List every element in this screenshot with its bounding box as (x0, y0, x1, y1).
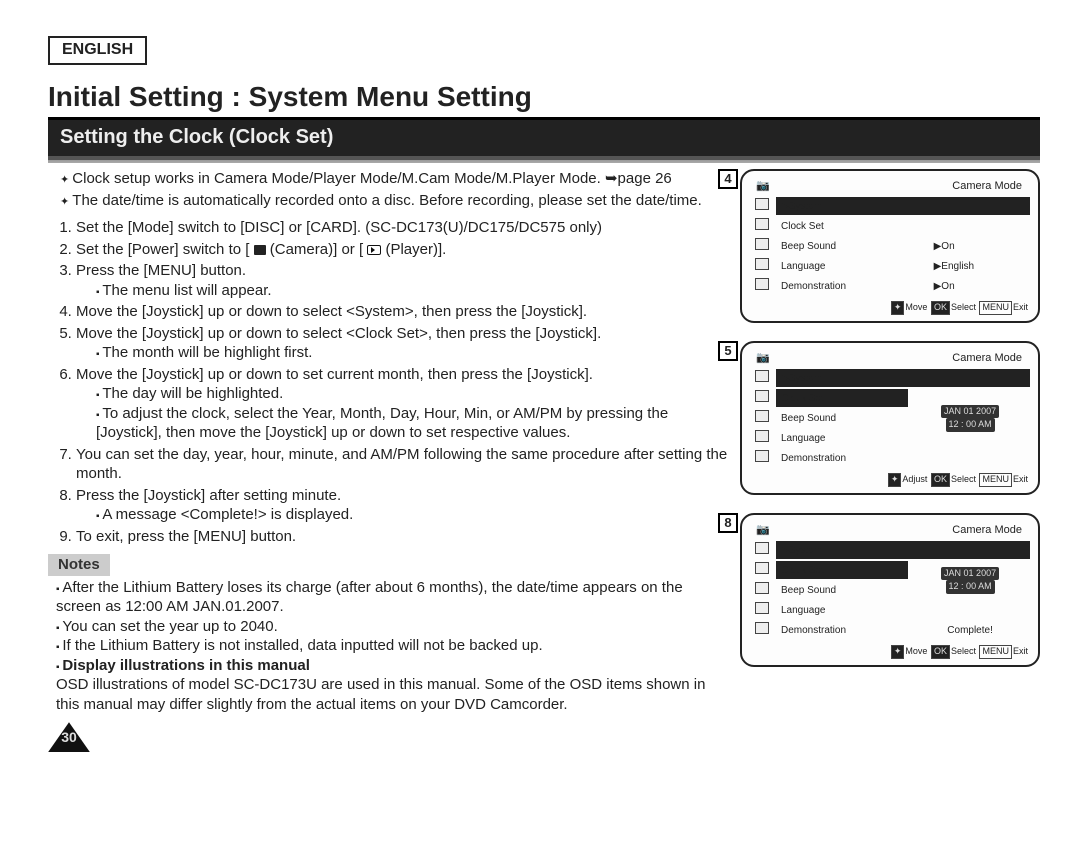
osd-menu-list: ▶System Clock Set Beep Sound▶On Language… (748, 195, 1032, 297)
osd-date-chip: JAN 01 2007 (941, 567, 999, 581)
osd-row-icon (755, 582, 769, 594)
step-subitem: To adjust the clock, select the Year, Mo… (96, 404, 728, 443)
section-title: Setting the Clock (Clock Set) (48, 120, 1040, 160)
step-subitem: The month will be highlight first. (96, 343, 728, 363)
note-item: After the Lithium Battery loses its char… (56, 578, 728, 617)
osd-row-icon (755, 258, 769, 270)
osd-mode-title: Camera Mode (748, 179, 1032, 193)
main-text-column: Clock setup works in Camera Mode/Player … (48, 169, 728, 752)
osd-panel-4: 4 Camera Mode ▶System Clock Set Beep Sou… (740, 169, 1040, 323)
osd-step-number: 4 (718, 169, 738, 189)
intro-bullet: Clock setup works in Camera Mode/Player … (60, 169, 728, 189)
nav-icon: ✦ (891, 301, 905, 315)
step-item: Press the [MENU] button. The menu list w… (76, 261, 728, 300)
step-item: Set the [Mode] switch to [DISC] or [CARD… (76, 218, 728, 238)
step-item: To exit, press the [MENU] button. (76, 527, 728, 547)
osd-row-icon (755, 390, 769, 402)
osd-step-number: 5 (718, 341, 738, 361)
menu-icon: MENU (979, 301, 1012, 315)
ok-icon: OK (931, 645, 950, 659)
notes-label: Notes (48, 554, 110, 576)
osd-hint-bar: ✦Move OKSelect MENUExit (748, 641, 1032, 659)
step-subitem: The menu list will appear. (96, 281, 728, 301)
nav-icon: ✦ (891, 645, 905, 659)
step-subitem: A message <Complete!> is displayed. (96, 505, 728, 525)
note-item: You can set the year up to 2040. (56, 617, 728, 637)
osd-row-icon (755, 370, 769, 382)
step-item: Move the [Joystick] up or down to select… (76, 324, 728, 363)
osd-menu-list: ▶System Clock Set JAN 01 2007 12 : 00 AM… (748, 367, 1032, 469)
step-item: Press the [Joystick] after setting minut… (76, 486, 728, 525)
osd-date-chip: JAN 01 2007 (941, 405, 999, 419)
osd-row-icon (755, 602, 769, 614)
osd-row-icon (755, 238, 769, 250)
menu-icon: MENU (979, 645, 1012, 659)
osd-mode-title: Camera Mode (748, 351, 1032, 365)
osd-row-icon (755, 430, 769, 442)
menu-icon: MENU (979, 473, 1012, 487)
osd-panel-5: 5 Camera Mode ▶System Clock Set JAN 01 2… (740, 341, 1040, 495)
heading-gradient (48, 160, 1040, 163)
ok-icon: OK (931, 301, 950, 315)
nav-icon: ✦ (888, 473, 902, 487)
note-item: If the Lithium Battery is not installed,… (56, 636, 728, 656)
osd-column: 4 Camera Mode ▶System Clock Set Beep Sou… (740, 169, 1040, 752)
osd-row-icon (755, 622, 769, 634)
step-item: You can set the day, year, hour, minute,… (76, 445, 728, 484)
osd-hint-bar: ✦Move OKSelect MENUExit (748, 297, 1032, 315)
language-badge: ENGLISH (48, 36, 147, 65)
osd-row-icon (755, 198, 769, 210)
osd-row-icon (755, 218, 769, 230)
step-item: Set the [Power] switch to [ (Camera)] or… (76, 240, 728, 260)
osd-panel-8: 8 Camera Mode ▶System Clock Set JAN 01 2… (740, 513, 1040, 667)
osd-time-chip: 12 : 00 AM (946, 418, 995, 432)
camera-icon (254, 245, 266, 255)
osd-row-icon (755, 542, 769, 554)
step-subitem: The day will be highlighted. (96, 384, 728, 404)
osd-step-number: 8 (718, 513, 738, 533)
osd-hint-bar: ✦Adjust OKSelect MENUExit (748, 469, 1032, 487)
step-item: Move the [Joystick] up or down to set cu… (76, 365, 728, 443)
player-icon (367, 245, 381, 255)
page-number-badge: 30 (48, 722, 90, 752)
osd-row-icon (755, 278, 769, 290)
osd-row-icon (755, 562, 769, 574)
osd-time-chip: 12 : 00 AM (946, 580, 995, 594)
intro-bullet: The date/time is automatically recorded … (60, 191, 728, 211)
osd-mode-title: Camera Mode (748, 523, 1032, 537)
page-title: Initial Setting : System Menu Setting (48, 79, 1040, 120)
osd-row-icon (755, 450, 769, 462)
note-item: Display illustrations in this manual OSD… (56, 656, 728, 715)
osd-row-icon (755, 410, 769, 422)
osd-menu-list: ▶System Clock Set JAN 01 2007 12 : 00 AM… (748, 539, 1032, 641)
step-item: Move the [Joystick] up or down to select… (76, 302, 728, 322)
ok-icon: OK (931, 473, 950, 487)
